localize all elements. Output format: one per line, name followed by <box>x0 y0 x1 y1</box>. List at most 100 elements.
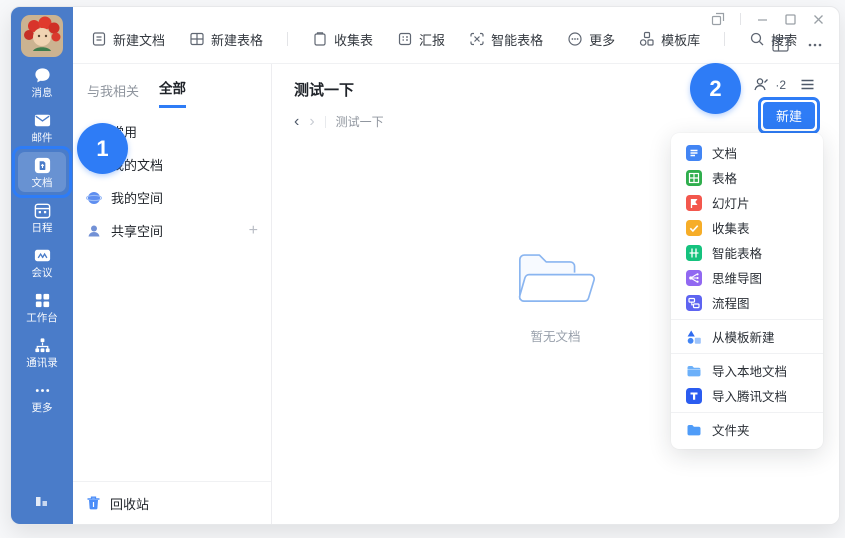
tab-all[interactable]: 全部 <box>159 77 186 108</box>
more-dots-icon <box>33 381 52 400</box>
menu-item-mindmap[interactable]: 思维导图 <box>671 265 823 290</box>
menu-item-flowchart[interactable]: 流程图 <box>671 290 823 315</box>
report-icon <box>397 31 413 47</box>
tab-related-to-me[interactable]: 与我相关 <box>87 81 139 108</box>
collaborators-icon[interactable] <box>753 77 769 92</box>
toolbar-label: 模板库 <box>661 30 700 49</box>
side-panel-toggle-icon[interactable] <box>772 37 789 52</box>
menu-divider <box>671 319 823 320</box>
menu-item-slides[interactable]: 幻灯片 <box>671 190 823 215</box>
sidebar-item-more[interactable]: 更多 <box>18 377 66 417</box>
menu-item-import-tencent[interactable]: 导入腾讯文档 <box>671 383 823 408</box>
template-shapes-icon <box>686 329 702 345</box>
nav-back-icon[interactable]: ‹ <box>294 116 299 128</box>
user-avatar[interactable] <box>21 15 63 57</box>
menu-item-smart-sheet[interactable]: 智能表格 <box>671 240 823 265</box>
menu-item-sheet[interactable]: 表格 <box>671 165 823 190</box>
main-header-actions: ·2 新建 <box>753 77 815 129</box>
menu-item-label: 文件夹 <box>712 420 750 439</box>
menu-item-label: 收集表 <box>712 218 750 237</box>
mindmap-icon <box>686 270 702 286</box>
smart-sheet-icon <box>469 31 485 47</box>
panel-item-my-docs[interactable]: 我的文档 <box>73 148 271 181</box>
collaborators-count: ·2 <box>775 78 786 92</box>
ellipsis-menu-icon[interactable] <box>807 38 823 52</box>
menu-item-form[interactable]: 收集表 <box>671 215 823 240</box>
workbench-grid-icon <box>33 291 52 310</box>
sidebar-item-workbench[interactable]: 工作台 <box>18 287 66 327</box>
sidebar-item-label: 会议 <box>32 267 53 279</box>
breadcrumb-separator <box>325 116 326 128</box>
sidebar-item-label: 通讯录 <box>26 357 58 369</box>
new-button[interactable]: 新建 <box>763 102 815 129</box>
menu-divider <box>671 353 823 354</box>
sheet-icon <box>686 170 702 186</box>
bar-chart-icon <box>32 490 52 510</box>
panel-item-label: 我的文档 <box>111 155 163 174</box>
menu-item-label: 文档 <box>712 143 737 162</box>
panel-item-shared-space[interactable]: 共享空间 + <box>73 214 271 247</box>
panel-item-label: 共享空间 <box>111 221 163 240</box>
my-docs-icon <box>86 157 102 173</box>
form-icon <box>686 220 702 236</box>
add-space-button[interactable]: + <box>249 222 258 240</box>
toolbar-label: 汇报 <box>419 30 445 49</box>
breadcrumb-current: 测试一下 <box>336 113 384 130</box>
toolbar-label: 智能表格 <box>491 30 543 49</box>
template-library-button[interactable]: 模板库 <box>639 30 700 49</box>
sidebar-item-calendar[interactable]: 日程 <box>18 197 66 237</box>
doc-icon <box>686 145 702 161</box>
recycle-bin-item[interactable]: 回收站 <box>73 482 271 524</box>
sidebar-item-messages[interactable]: 消息 <box>18 62 66 102</box>
window-controls <box>711 12 825 26</box>
chat-bubble-icon <box>33 66 52 85</box>
popout-icon[interactable] <box>711 12 725 26</box>
secondary-controls <box>772 37 823 52</box>
maximize-icon[interactable] <box>784 13 797 26</box>
menu-item-from-template[interactable]: 从模板新建 <box>671 324 823 349</box>
sidebar-item-contacts[interactable]: 通讯录 <box>18 332 66 372</box>
toolbar-separator <box>724 32 725 46</box>
menu-item-label: 流程图 <box>712 293 750 312</box>
report-button[interactable]: 汇报 <box>397 30 445 49</box>
menu-item-doc[interactable]: 文档 <box>671 140 823 165</box>
close-icon[interactable] <box>812 13 825 26</box>
import-local-icon <box>686 363 702 379</box>
top-toolbar: 新建文档 新建表格 收集表 <box>73 7 839 64</box>
sidebar-item-docs[interactable]: 文档 <box>18 152 66 192</box>
stats-button[interactable] <box>32 490 52 510</box>
new-dropdown-menu: 文档 表格 幻灯片 收集表 智能表格 思维导图 <box>671 133 823 449</box>
toolbar-label: 新建表格 <box>211 30 263 49</box>
sidebar-item-mail[interactable]: 邮件 <box>18 107 66 147</box>
mail-icon <box>33 111 52 130</box>
sidebar-item-label: 日程 <box>32 222 53 234</box>
docs-icon <box>33 156 52 175</box>
empty-state: 暂无文档 <box>513 248 599 345</box>
sidebar-item-meeting[interactable]: 会议 <box>18 242 66 282</box>
nav-forward-icon[interactable]: › <box>309 116 314 128</box>
list-menu-icon[interactable] <box>800 78 815 91</box>
smart-sheet-button[interactable]: 智能表格 <box>469 30 543 49</box>
empty-folder-icon <box>513 248 599 312</box>
panel-item-my-space[interactable]: 我的空间 <box>73 181 271 214</box>
menu-item-label: 智能表格 <box>712 243 762 262</box>
collect-form-button[interactable]: 收集表 <box>312 30 373 49</box>
header-action-icons: ·2 <box>753 77 815 92</box>
menu-item-label: 从模板新建 <box>712 327 775 346</box>
new-sheet-button[interactable]: 新建表格 <box>189 30 263 49</box>
new-button-wrap: 新建 <box>763 102 815 129</box>
more-tools-button[interactable]: 更多 <box>567 30 615 49</box>
slides-icon <box>686 195 702 211</box>
minimize-icon[interactable] <box>756 13 769 26</box>
template-library-icon <box>639 31 655 47</box>
doc-sidebar-panel: 与我相关 全部 常用 <box>73 64 272 524</box>
new-doc-button[interactable]: 新建文档 <box>91 30 165 49</box>
menu-item-folder[interactable]: 文件夹 <box>671 417 823 442</box>
menu-item-import-local[interactable]: 导入本地文档 <box>671 358 823 383</box>
panel-item-frequent[interactable]: 常用 <box>73 115 271 148</box>
collect-form-icon <box>312 31 328 47</box>
org-contacts-icon <box>33 336 52 355</box>
panel-item-label: 常用 <box>111 122 137 141</box>
toolbar-group-tools: 收集表 汇报 智能表格 <box>312 30 700 49</box>
sidebar-item-label: 邮件 <box>32 132 53 144</box>
